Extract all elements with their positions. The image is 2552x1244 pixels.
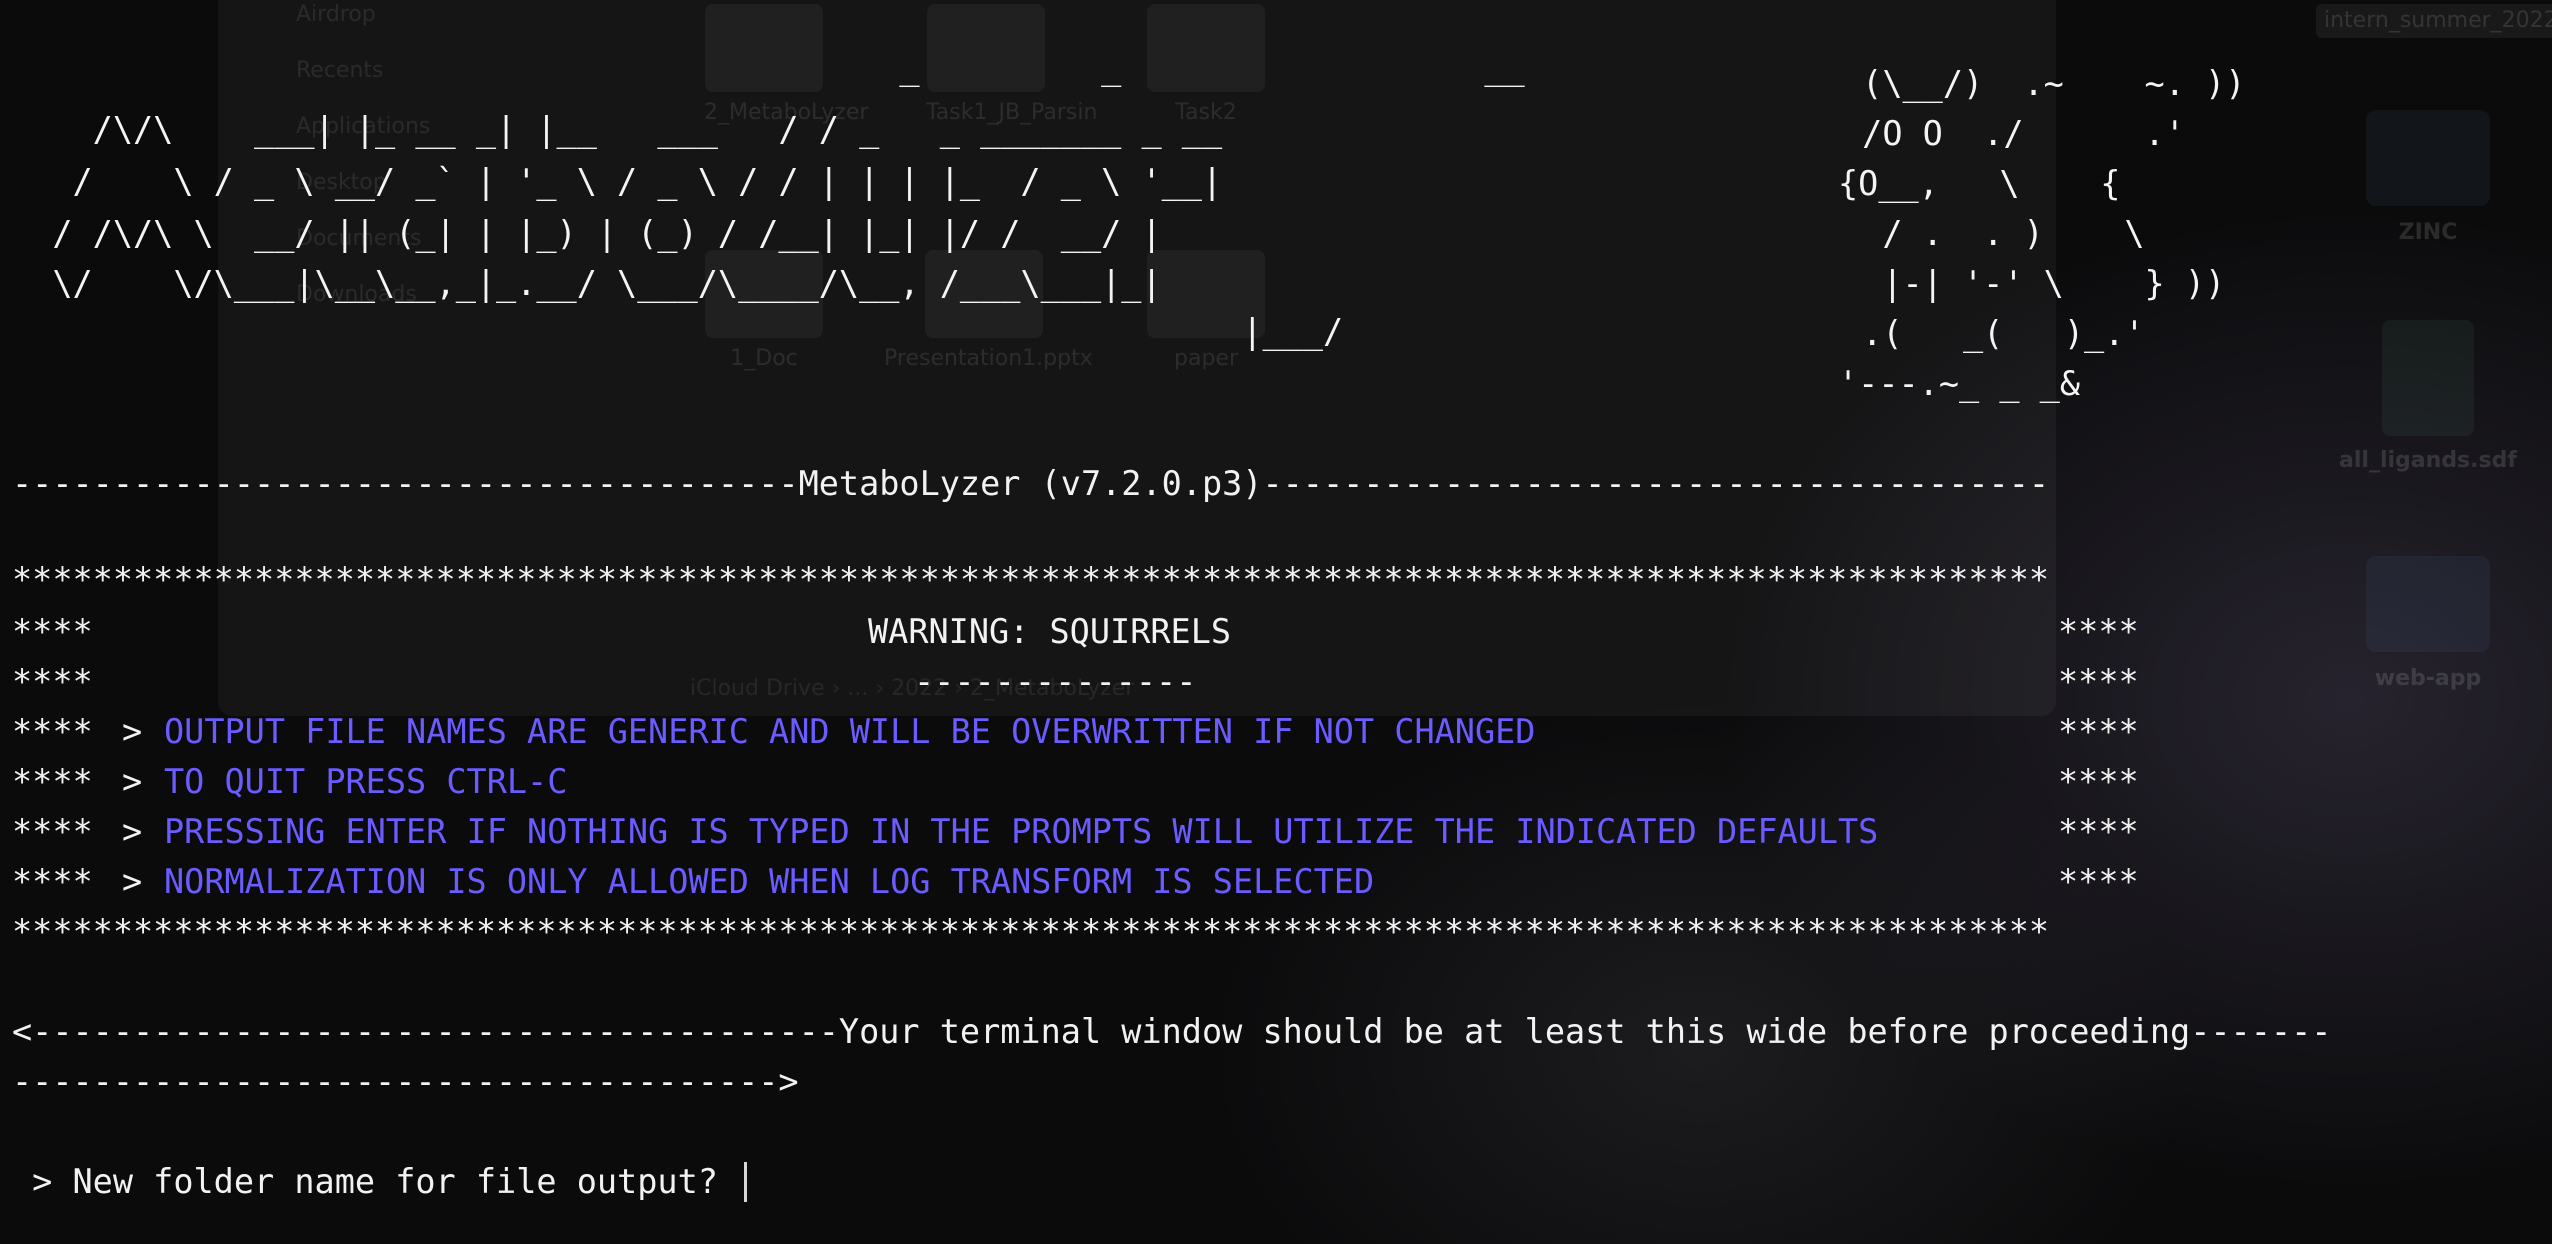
warning-arrow: > bbox=[122, 862, 143, 901]
command-prompt[interactable]: > New folder name for file output? bbox=[12, 1162, 748, 1202]
text-cursor bbox=[744, 1162, 748, 1202]
squirrel-ascii-line: .( _( )_.' bbox=[1842, 314, 2145, 353]
warning-message: PRESSING ENTER IF NOTHING IS TYPED IN TH… bbox=[164, 812, 1879, 851]
warning-box-border-left: **** bbox=[12, 762, 93, 801]
warning-box-border-right: **** bbox=[2058, 712, 2139, 751]
warning-box-border-left: **** bbox=[12, 812, 93, 851]
squirrel-ascii-line: {O__, \ { bbox=[1838, 164, 2121, 203]
width-ruler-line: --------------------------------------> bbox=[12, 1062, 799, 1101]
warning-message: NORMALIZATION IS ONLY ALLOWED WHEN LOG T… bbox=[164, 862, 1375, 901]
squirrel-ascii-line: |-| '-' \ } )) bbox=[1842, 264, 2226, 303]
prompt-label: > New folder name for file output? bbox=[12, 1162, 718, 1201]
warning-arrow: > bbox=[122, 712, 143, 751]
squirrel-ascii-line: /O O ./ .' bbox=[1842, 114, 2185, 153]
warning-box-bottom-border: ****************************************… bbox=[12, 912, 2050, 951]
warning-box-border-left: **** bbox=[12, 712, 93, 751]
warning-title-underline: -------------- bbox=[914, 662, 1197, 701]
squirrel-ascii-line: '---.~_ _ _& bbox=[1838, 364, 2081, 403]
warning-message: TO QUIT PRESS CTRL-C bbox=[164, 762, 568, 801]
version-header: ---------------------------------------M… bbox=[12, 464, 2050, 503]
warning-box-border-right: **** bbox=[2058, 762, 2139, 801]
warning-title: WARNING: SQUIRRELS bbox=[868, 612, 1232, 651]
ascii-banner-line: /\/\ ___| |_ __ _| |__ ___ / / _ _ _____… bbox=[12, 110, 1223, 149]
terminal-window[interactable]: _ _ __ /\/\ ___| |_ __ _| |__ ___ / / _ … bbox=[0, 0, 2552, 1244]
ascii-banner-line: _ _ __ bbox=[12, 48, 1525, 87]
warning-box-border-right: **** bbox=[2058, 862, 2139, 901]
warning-box-top-border: ****************************************… bbox=[12, 560, 2050, 599]
ascii-banner-line: \/ \/\___|\__\__,_|_.__/ \___/\____/\__,… bbox=[12, 264, 1162, 303]
warning-box-border-left: **** bbox=[12, 612, 93, 651]
warning-box-border-right: **** bbox=[2058, 662, 2139, 701]
warning-box-border-left: **** bbox=[12, 662, 93, 701]
warning-message: OUTPUT FILE NAMES ARE GENERIC AND WILL B… bbox=[164, 712, 1536, 751]
warning-box-border-right: **** bbox=[2058, 812, 2139, 851]
warning-arrow: > bbox=[122, 812, 143, 851]
warning-box-border-right: **** bbox=[2058, 612, 2139, 651]
ascii-banner-line: / /\/\ \ __/ || (_| | |_) | (_) / /__| |… bbox=[12, 214, 1162, 253]
ascii-banner-line: |___/ bbox=[12, 312, 1344, 351]
squirrel-ascii-line: (\__/) .~ ~. )) bbox=[1842, 64, 2246, 103]
squirrel-ascii-line: / . . ) \ bbox=[1842, 214, 2145, 253]
width-ruler-line: <---------------------------------------… bbox=[12, 1012, 2332, 1051]
warning-box-border-left: **** bbox=[12, 862, 93, 901]
warning-arrow: > bbox=[122, 762, 143, 801]
ascii-banner-line: / \ / _ \ __/ _` | '_ \ / _ \ / / | | | … bbox=[12, 162, 1223, 201]
